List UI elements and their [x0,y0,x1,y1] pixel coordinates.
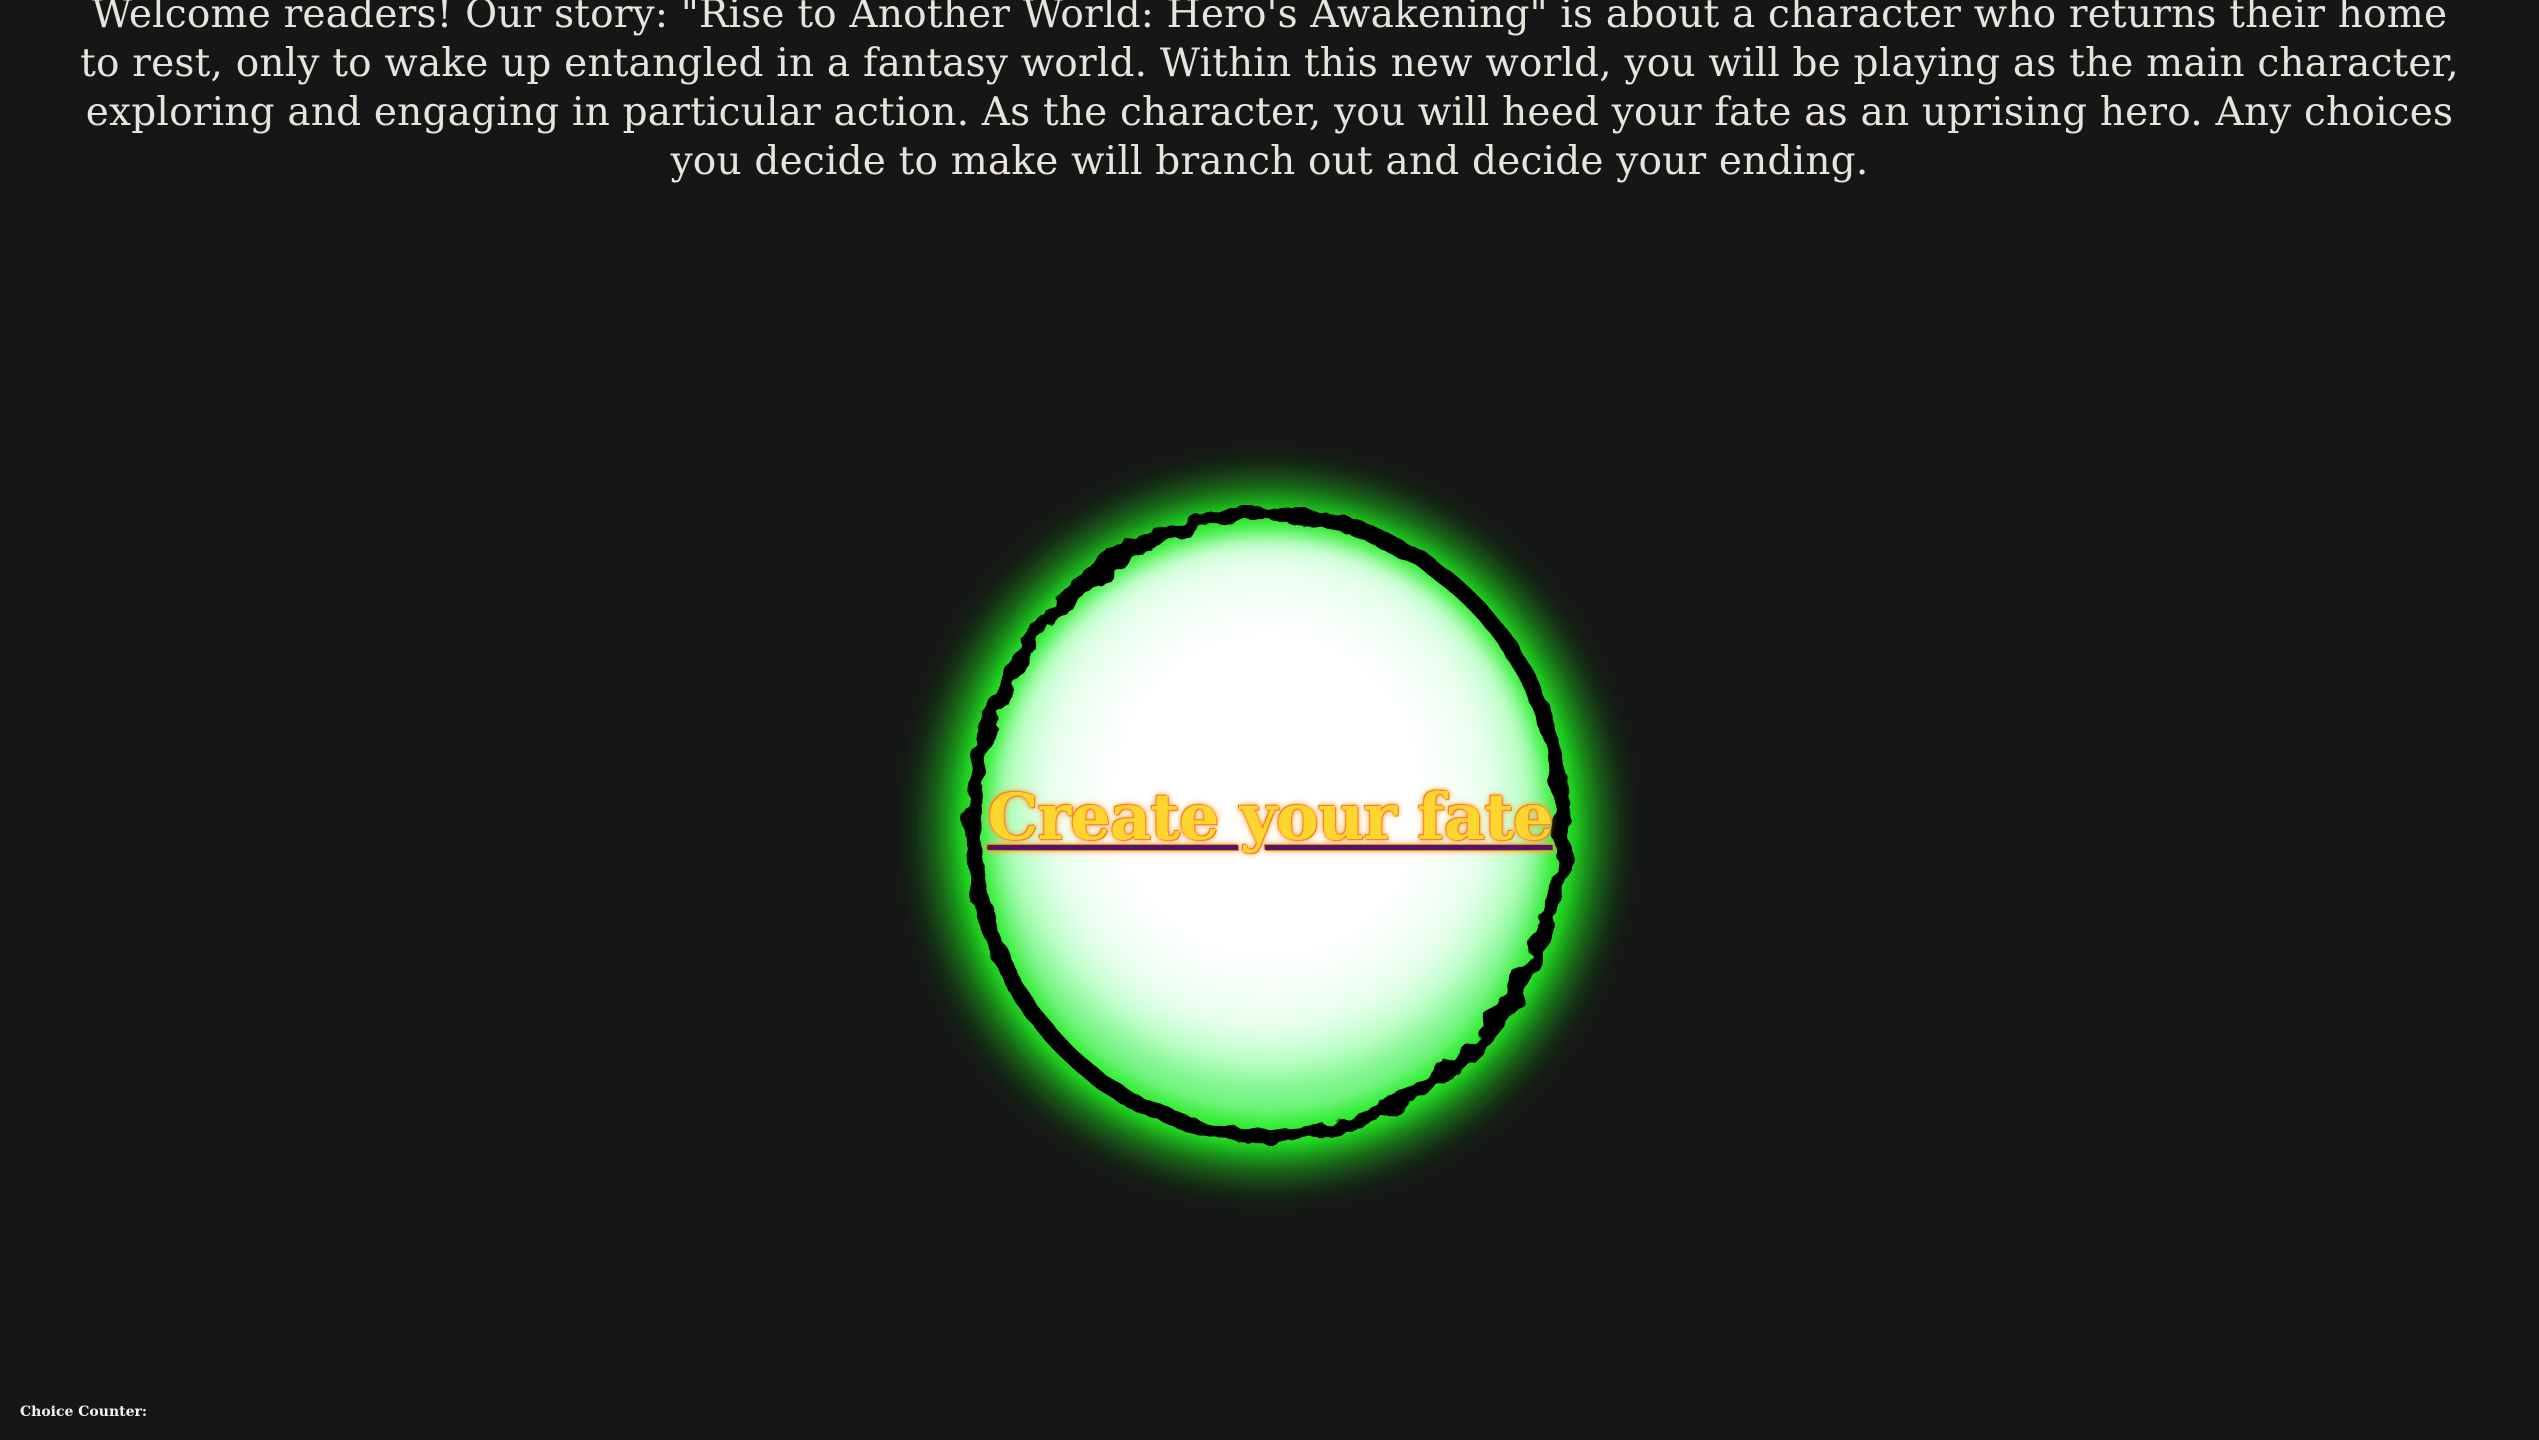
story-page: Welcome readers! Our story: "Rise to Ano… [0,0,2539,1440]
create-your-fate-link[interactable]: Create your fate [890,778,1650,858]
intro-text: Welcome readers! Our story: "Rise to Ano… [80,0,2459,184]
portal: Create your fate [890,450,1650,1210]
choice-counter: Choice Counter: [20,1404,148,1420]
